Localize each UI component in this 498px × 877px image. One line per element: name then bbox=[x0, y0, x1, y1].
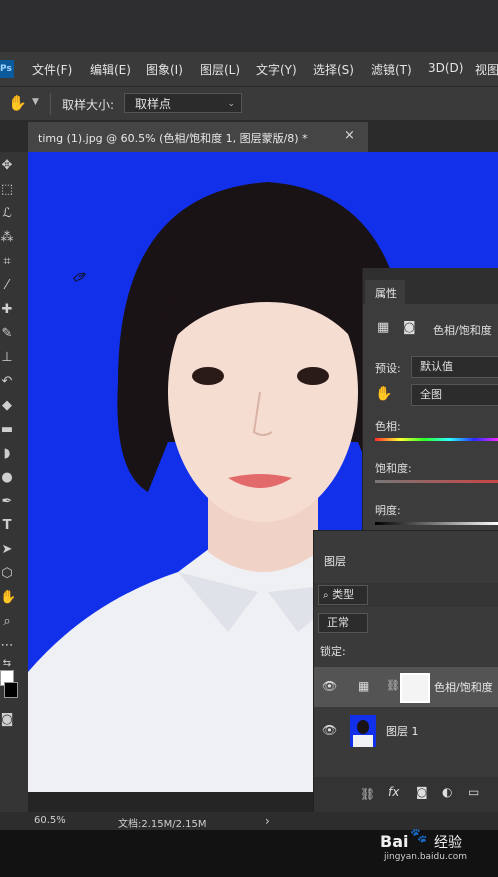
blend-mode-value: 正常 bbox=[327, 616, 349, 629]
layer-kind-filter[interactable]: ⌕ 类型 bbox=[318, 585, 368, 605]
mask-icon[interactable]: ◙ bbox=[403, 320, 416, 335]
hand-tool-icon[interactable]: ✋ bbox=[0, 590, 16, 606]
path-selection-tool-icon[interactable]: ➤ bbox=[0, 542, 14, 558]
chevron-down-icon[interactable]: ▼ bbox=[32, 97, 39, 107]
channel-value: 全图 bbox=[420, 388, 442, 401]
document-tab-title: timg (1).jpg @ 60.5% (色相/饱和度 1, 图层蒙版/8) … bbox=[38, 132, 308, 145]
type-tool-icon[interactable]: T bbox=[0, 518, 14, 534]
menu-bar: Ps 文件(F) 编辑(E) 图象(I) 图层(L) 文字(Y) 选择(S) 滤… bbox=[0, 52, 498, 86]
adjustment-layer-icon: ▦ bbox=[358, 679, 370, 693]
lock-label: 锁定: bbox=[320, 645, 346, 658]
preset-value: 默认值 bbox=[420, 360, 453, 373]
saturation-slider[interactable] bbox=[375, 480, 498, 483]
layers-panel: 图层 ⌕ 类型 正常 锁定: 👁 ▦ ⛓ 色相/饱和度 👁 图层 1 ⛓ fx … bbox=[313, 530, 498, 813]
pen-tool-icon[interactable]: ✒ bbox=[0, 494, 14, 510]
layer-thumbnail bbox=[350, 715, 376, 747]
menu-view[interactable]: 视图 bbox=[475, 61, 498, 78]
zoom-level[interactable]: 60.5% bbox=[34, 815, 66, 826]
document-tab-bar: timg (1).jpg @ 60.5% (色相/饱和度 1, 图层蒙版/8) … bbox=[0, 120, 498, 152]
menu-filter[interactable]: 滤镜(T) bbox=[371, 61, 412, 78]
visibility-eye-icon[interactable]: 👁 bbox=[322, 679, 337, 693]
photoshop-logo-icon: Ps bbox=[0, 60, 14, 78]
menu-select[interactable]: 选择(S) bbox=[313, 61, 354, 78]
quick-mask-icon[interactable]: ◙ bbox=[0, 712, 14, 728]
layer-name: 图层 1 bbox=[386, 725, 419, 738]
layers-filter-row: ⌕ 类型 bbox=[314, 583, 498, 607]
paw-icon: 🐾 bbox=[410, 828, 428, 844]
clone-stamp-tool-icon[interactable]: ⊥ bbox=[0, 350, 14, 366]
sample-size-select[interactable]: 取样点 ⌄ bbox=[124, 93, 242, 113]
document-tab[interactable]: timg (1).jpg @ 60.5% (色相/饱和度 1, 图层蒙版/8) … bbox=[28, 122, 368, 152]
history-brush-tool-icon[interactable]: ↶ bbox=[0, 374, 14, 390]
saturation-label: 饱和度: bbox=[375, 462, 412, 475]
fx-icon[interactable]: fx bbox=[388, 785, 399, 799]
adjustment-layer-icon[interactable]: ◐ bbox=[442, 785, 452, 799]
layer-mask-thumbnail[interactable] bbox=[400, 673, 430, 703]
sample-size-value: 取样点 bbox=[135, 97, 172, 111]
properties-tab-label: 属性 bbox=[375, 287, 397, 300]
lasso-tool-icon[interactable]: ℒ bbox=[0, 206, 14, 222]
eyedropper-hand-icon[interactable]: ✋ bbox=[8, 94, 27, 112]
document-info[interactable]: 文档:2.15M/2.15M bbox=[118, 815, 207, 830]
tools-panel: ✥ ⬚ ℒ ⁂ ⌗ ⁄ ✚ ✎ ⊥ ↶ ◆ ▬ ◗ ● ✒ T ➤ ⬡ ✋ ⌕ … bbox=[0, 152, 28, 830]
blur-tool-icon[interactable]: ◗ bbox=[0, 446, 14, 462]
lightness-label: 明度: bbox=[375, 504, 401, 517]
magic-wand-tool-icon[interactable]: ⁂ bbox=[0, 230, 14, 246]
search-icon: ⌕ bbox=[323, 590, 329, 601]
link-icon[interactable]: ⛓ bbox=[386, 679, 400, 692]
brush-tool-icon[interactable]: ✎ bbox=[0, 326, 14, 342]
status-arrow-icon[interactable]: › bbox=[265, 814, 270, 828]
targeted-adjustment-hand-icon[interactable]: ✋ bbox=[375, 386, 392, 402]
divider bbox=[50, 93, 51, 115]
link-layers-icon[interactable]: ⛓ bbox=[360, 787, 375, 801]
layers-tab[interactable]: 图层 bbox=[314, 531, 364, 568]
channel-select[interactable]: 全图 bbox=[411, 384, 498, 406]
menu-edit[interactable]: 编辑(E) bbox=[90, 61, 131, 78]
marquee-tool-icon[interactable]: ⬚ bbox=[0, 182, 14, 198]
layers-footer: ⛓ fx ◙ ◐ ▭ bbox=[314, 777, 498, 813]
eraser-tool-icon[interactable]: ◆ bbox=[0, 398, 14, 414]
options-bar: ✋ ▼ 取样大小: 取样点 ⌄ bbox=[0, 86, 498, 121]
blend-mode-select[interactable]: 正常 bbox=[318, 613, 368, 633]
hue-label: 色相: bbox=[375, 420, 401, 433]
adjustment-name: 色相/饱和度 bbox=[433, 324, 492, 337]
menu-file[interactable]: 文件(F) bbox=[32, 61, 72, 78]
shape-tool-icon[interactable]: ⬡ bbox=[0, 566, 14, 582]
device-bezel-top bbox=[0, 0, 498, 52]
layers-tab-label: 图层 bbox=[324, 555, 346, 568]
properties-tab[interactable]: 属性 bbox=[365, 280, 405, 304]
chevron-down-icon: ⌄ bbox=[227, 99, 235, 109]
menu-layer[interactable]: 图层(L) bbox=[200, 61, 240, 78]
gradient-tool-icon[interactable]: ▬ bbox=[0, 422, 14, 438]
layer-name: 色相/饱和度 bbox=[434, 681, 493, 694]
sample-size-label: 取样大小: bbox=[62, 98, 115, 112]
layer-row[interactable]: 👁 图层 1 bbox=[314, 711, 498, 751]
crop-tool-icon[interactable]: ⌗ bbox=[0, 254, 14, 270]
watermark-url: jingyan.baidu.com bbox=[384, 852, 468, 862]
lightness-slider[interactable] bbox=[375, 522, 498, 525]
healing-brush-tool-icon[interactable]: ✚ bbox=[0, 302, 14, 318]
adjustment-icon: ▦ bbox=[377, 320, 390, 335]
visibility-eye-icon[interactable]: 👁 bbox=[322, 723, 337, 737]
preset-label: 预设: bbox=[375, 362, 401, 375]
layer-row[interactable]: 👁 ▦ ⛓ 色相/饱和度 bbox=[314, 667, 498, 707]
menu-type[interactable]: 文字(Y) bbox=[256, 61, 297, 78]
move-tool-icon[interactable]: ✥ bbox=[0, 158, 14, 174]
zoom-tool-icon[interactable]: ⌕ bbox=[0, 614, 14, 630]
watermark-brand-suffix: 经验 bbox=[434, 835, 462, 851]
watermark-brand: Bai bbox=[380, 832, 409, 851]
menu-3d[interactable]: 3D(D) bbox=[428, 61, 463, 75]
folder-icon[interactable]: ▭ bbox=[468, 785, 479, 799]
more-tools-icon[interactable]: ⋯ bbox=[0, 638, 14, 654]
close-icon[interactable]: × bbox=[344, 128, 355, 143]
dodge-tool-icon[interactable]: ● bbox=[0, 470, 14, 486]
eyedropper-tool-icon[interactable]: ⁄ bbox=[0, 278, 14, 294]
layer-kind-value: 类型 bbox=[332, 588, 355, 601]
preset-select[interactable]: 默认值 bbox=[411, 356, 498, 378]
menu-image[interactable]: 图象(I) bbox=[146, 61, 183, 78]
add-mask-icon[interactable]: ◙ bbox=[416, 785, 428, 799]
device-bezel-bottom: Bai 🐾 经验 jingyan.baidu.com bbox=[0, 828, 498, 877]
hue-slider[interactable] bbox=[375, 438, 498, 441]
background-color-swatch[interactable] bbox=[4, 682, 18, 698]
